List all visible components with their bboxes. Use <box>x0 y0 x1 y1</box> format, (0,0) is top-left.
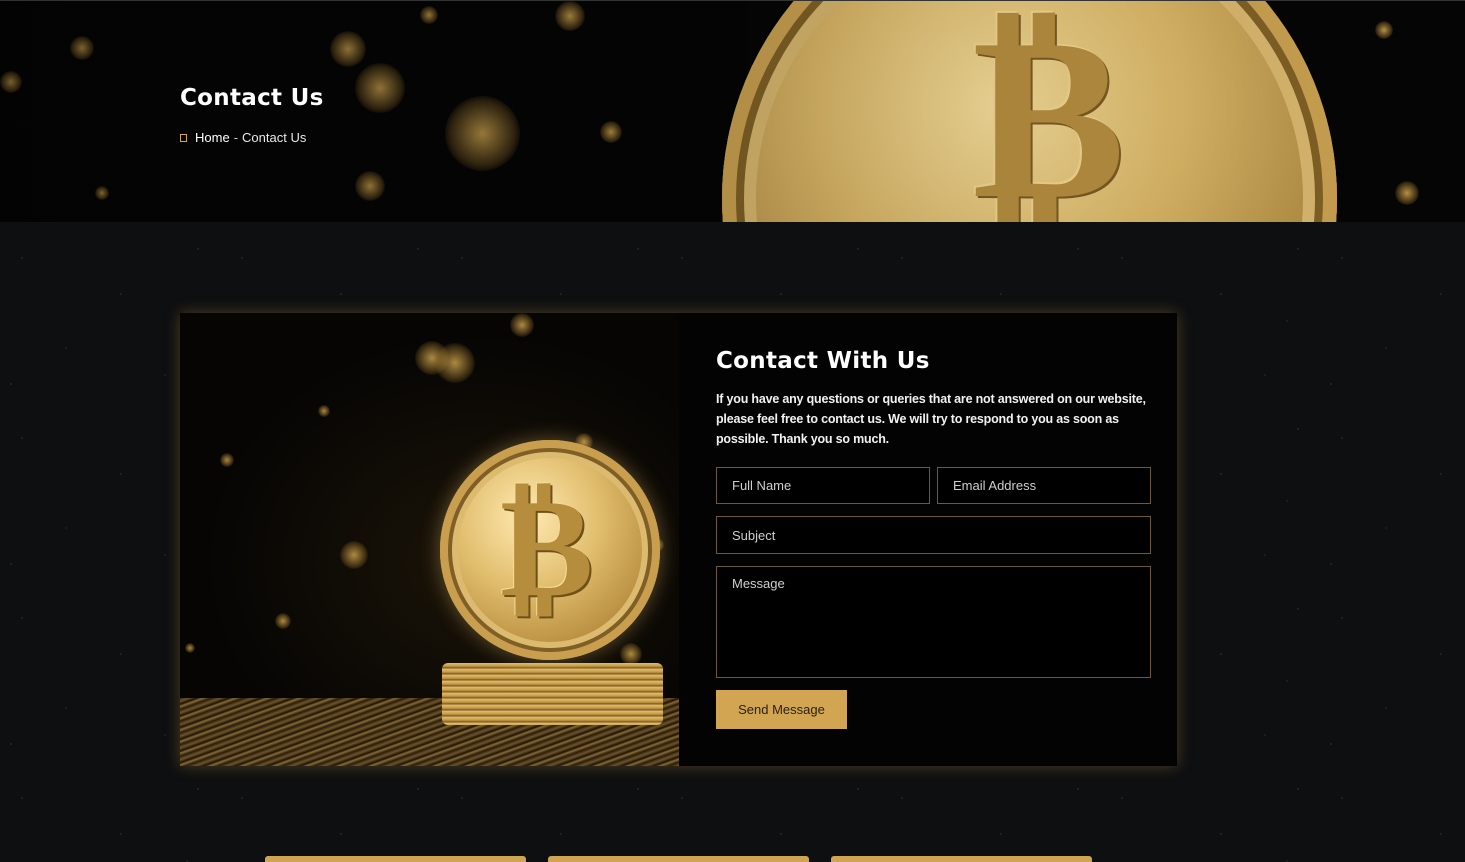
email-input[interactable] <box>937 467 1151 504</box>
contact-image: ₿ <box>180 313 679 766</box>
subject-input[interactable] <box>716 516 1151 554</box>
feature-card <box>831 856 1092 862</box>
breadcrumb-home-link[interactable]: Home <box>195 130 230 145</box>
page-title: Contact Us <box>180 85 324 111</box>
message-textarea[interactable] <box>716 566 1151 678</box>
home-icon <box>180 133 187 142</box>
feature-card <box>265 856 526 862</box>
coin-stack-image <box>442 663 663 725</box>
send-message-button[interactable]: Send Message <box>716 690 847 729</box>
breadcrumb: Home - Contact Us <box>180 130 306 145</box>
bitcoin-symbol-icon: ₿ <box>500 465 594 629</box>
breadcrumb-current: Contact Us <box>242 130 307 145</box>
breadcrumb-separator: - <box>233 130 239 145</box>
contact-form-panel: Contact With Us If you have any question… <box>716 313 1152 766</box>
contact-title: Contact With Us <box>716 348 930 374</box>
page-hero-banner: ₿ Contact Us Home - Contact Us <box>0 0 1465 222</box>
bitcoin-coin-image: ₿ <box>440 440 660 660</box>
contact-card: ₿ Contact With Us If you have any questi… <box>180 313 1177 766</box>
feature-card <box>548 856 809 862</box>
full-name-input[interactable] <box>716 467 930 504</box>
contact-description: If you have any questions or queries tha… <box>716 392 1146 446</box>
